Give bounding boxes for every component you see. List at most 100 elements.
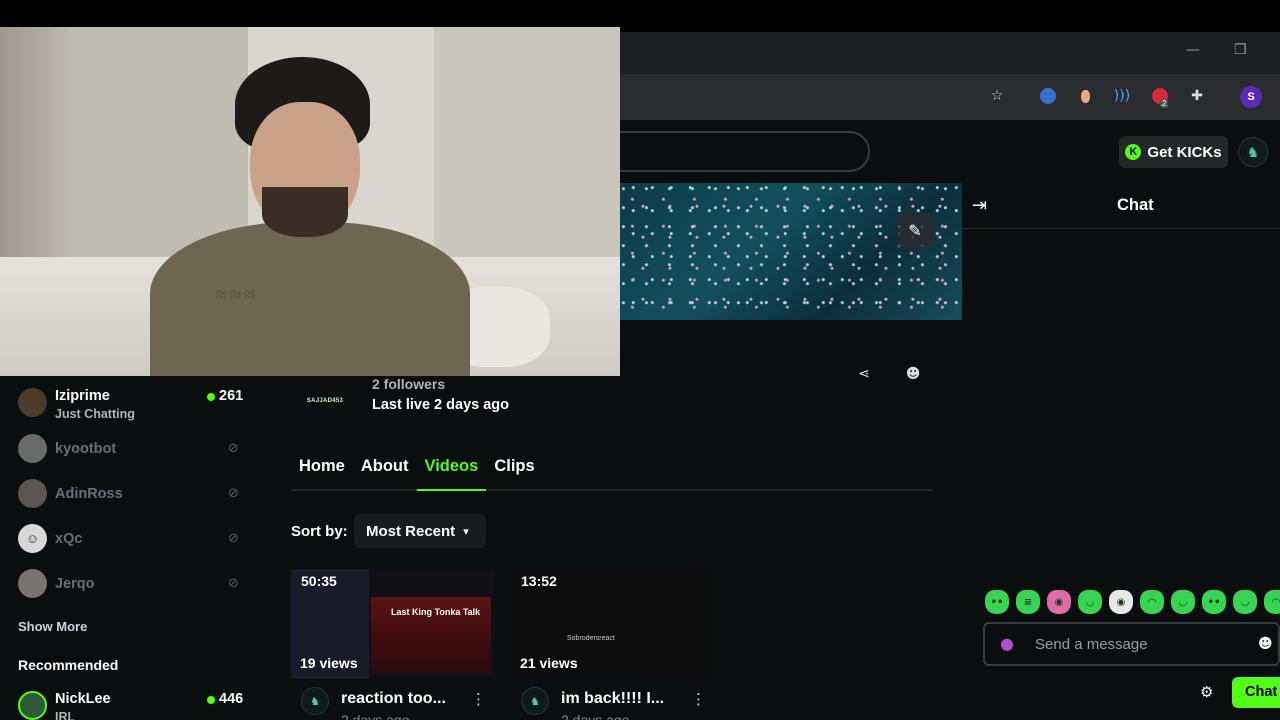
extension-badge-count: 2 (1160, 99, 1169, 108)
chevron-down-icon: ▾ (463, 524, 469, 538)
extension-iq-icon[interactable] (1038, 86, 1058, 106)
last-live-status: Last live 2 days ago (372, 397, 510, 413)
avatar (18, 388, 47, 417)
channel-avatar-text: SAJJAD453 (306, 398, 344, 404)
sidebar-item-jerqo[interactable]: Jerqo ⊘ (18, 569, 246, 601)
tab-about[interactable]: About (353, 448, 417, 491)
avatar (18, 569, 47, 598)
collapse-chat-icon[interactable]: ⇥ (972, 195, 987, 216)
chat-placeholder: Send a message (1035, 636, 1148, 653)
extension-wave-icon[interactable]: ))) (1112, 86, 1132, 106)
emote-icon[interactable]: ◉ (1047, 590, 1071, 614)
sidebar-item-label: Jerqo (55, 576, 95, 592)
browser-title-bar (620, 32, 1280, 74)
video-thumbnail[interactable]: Last King Tonka Talk 50:35 19 views (291, 569, 494, 679)
channel-tabs: Home About Videos Clips (291, 448, 933, 491)
sort-dropdown[interactable]: Most Recent ▾ (354, 514, 486, 548)
sort-label: Sort by: (291, 523, 348, 540)
emote-icon[interactable]: ◉ (1109, 590, 1133, 614)
show-more-link[interactable]: Show More (18, 619, 87, 634)
send-chat-button[interactable]: Chat (1232, 677, 1280, 708)
emote-icon[interactable]: •• (985, 590, 1009, 614)
sidebar-item-kyootbot[interactable]: kyootbot ⊘ (18, 434, 246, 466)
viewer-count: 446 (219, 691, 244, 707)
tab-videos[interactable]: Videos (416, 448, 487, 491)
offline-icon: ⊘ (228, 441, 239, 456)
video-duration: 50:35 (301, 573, 337, 589)
sidebar-item-nicklee[interactable]: NickLee IRL 446 (18, 691, 246, 720)
webcam-person-beard (262, 187, 348, 237)
emoji-icon[interactable]: ☻ (1258, 636, 1273, 652)
emote-icon[interactable]: ≡ (1016, 590, 1040, 614)
video-thumbnail[interactable]: Sobrodersreact 13:52 21 views (511, 569, 714, 679)
extension-dot-icon[interactable] (1075, 86, 1095, 106)
offline-icon: ⊘ (228, 486, 239, 501)
sidebar-item-label: kyootbot (55, 441, 117, 457)
avatar (18, 479, 47, 508)
bookmark-star-icon[interactable]: ☆ (987, 86, 1007, 106)
kicks-coin-icon: K (1125, 144, 1142, 160)
avatar (18, 434, 47, 463)
channel-avatar[interactable]: SAJJAD453 (298, 372, 352, 412)
emote-icon[interactable]: ◠ (1264, 590, 1280, 614)
video-title[interactable]: reaction too... (341, 690, 446, 708)
video-date: 2 days ago (341, 712, 410, 720)
emote-icon[interactable]: ◠ (1140, 590, 1164, 614)
chat-title: Chat (1117, 196, 1154, 214)
sidebar-item-category: IRL (55, 710, 76, 720)
sort-value: Most Recent (366, 522, 456, 540)
gear-icon[interactable]: ⚙ (1200, 683, 1213, 701)
get-kicks-label: Get KICKs (1147, 143, 1222, 161)
video-title[interactable]: im back!!!! I... (561, 690, 664, 708)
emote-icon[interactable]: ◡ (1233, 590, 1257, 614)
get-kicks-button[interactable]: K Get KICKs (1119, 136, 1228, 168)
restore-icon[interactable]: ❐ (1234, 42, 1247, 58)
offline-icon: ⊘ (228, 576, 239, 591)
sidebar-item-iziprime[interactable]: Iziprime Just Chatting 261 (18, 388, 246, 421)
live-indicator (207, 696, 215, 704)
emote-icon[interactable]: •• (1202, 590, 1226, 614)
video-date: 2 days ago (561, 712, 630, 720)
user-menu-avatar[interactable]: ♞ (1238, 137, 1268, 167)
microphone-icon[interactable]: ● (1000, 634, 1014, 653)
sidebar-item-adinross[interactable]: AdinRoss ⊘ (18, 479, 246, 511)
viewer-count: 261 (219, 388, 244, 404)
webcam-shirt-print: ≈≈≈ (215, 282, 258, 307)
more-options-icon[interactable]: ⋮ (691, 690, 706, 708)
recommended-heading: Recommended (18, 657, 119, 673)
video-channel-avatar[interactable]: ♞ (301, 687, 329, 715)
emote-bar: •• ≡ ◉ ◡ ◉ ◠ ◡ •• ◡ ◠ (985, 590, 1280, 614)
more-options-icon[interactable]: ⋮ (471, 690, 486, 708)
video-duration: 13:52 (521, 573, 557, 589)
profile-avatar[interactable]: S (1240, 86, 1262, 108)
sidebar-item-label: AdinRoss (55, 486, 123, 502)
edit-banner-button[interactable]: ✎ (897, 212, 933, 248)
share-icon[interactable]: ⋖ (854, 364, 874, 384)
webcam-person-shirt (150, 222, 470, 376)
emote-icon[interactable]: ◡ (1171, 590, 1195, 614)
follow-user-icon[interactable]: ☻ (903, 364, 923, 384)
video-views: 19 views (300, 655, 358, 671)
live-indicator (207, 393, 215, 401)
offline-icon: ⊘ (228, 531, 239, 546)
thumbnail-caption: Sobrodersreact (567, 635, 615, 642)
sidebar-item-category: Just Chatting (55, 407, 135, 421)
follower-count: 2 followers (372, 376, 446, 392)
emote-icon[interactable]: ◡ (1078, 590, 1102, 614)
puzzle-extensions-icon[interactable]: ✚ (1187, 86, 1207, 106)
tab-clips[interactable]: Clips (486, 448, 542, 491)
channel-banner (620, 183, 962, 320)
avatar (18, 691, 47, 720)
webcam-overlay: ≈≈≈ (0, 27, 620, 376)
thumbnail-caption: Last King Tonka Talk (391, 607, 481, 617)
sidebar-item-label: NickLee (55, 691, 111, 707)
sidebar-item-label: xQc (55, 531, 83, 547)
sidebar-item-label: Iziprime (55, 388, 110, 404)
sidebar-item-xqc[interactable]: ☺ xQc ⊘ (18, 524, 246, 556)
avatar: ☺ (18, 524, 47, 553)
minimize-icon[interactable]: — (1186, 42, 1200, 58)
video-channel-avatar[interactable]: ♞ (521, 687, 549, 715)
browser-toolbar (620, 74, 1280, 120)
search-input[interactable] (600, 131, 870, 172)
tab-home[interactable]: Home (291, 448, 353, 491)
